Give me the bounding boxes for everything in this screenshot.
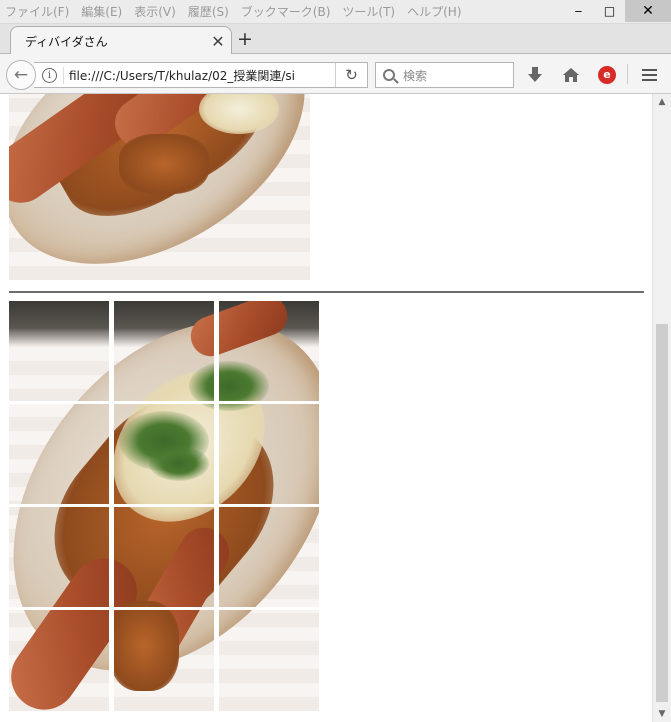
url-text[interactable]: file:///C:/Users/T/khulaz/02_授業関連/si [63,66,303,84]
close-window-button[interactable]: ✕ [625,0,671,22]
tab-active[interactable]: ディバイダさん ✕ [10,26,232,55]
vertical-scrollbar[interactable]: ▲ ▼ [652,94,671,722]
image-tile-1 [9,301,109,401]
back-button[interactable]: ← [6,60,36,90]
image-tile-6 [219,404,319,504]
home-icon[interactable] [559,63,583,87]
search-input[interactable]: 検索 [375,62,514,88]
image-tile-2 [114,301,214,401]
hotdog-photo-top [9,94,310,280]
info-icon[interactable]: i [42,67,57,83]
divided-image-grid [9,301,319,711]
image-tile-7 [9,507,109,607]
scroll-thumb[interactable] [656,324,668,702]
url-bar[interactable]: i file:///C:/Users/T/khulaz/02_授業関連/si ↻ [34,62,368,88]
menu-bar: ファイル(F) 編集(E) 表示(V) 履歴(S) ブックマーク(B) ツール(… [0,0,671,24]
menu-tools[interactable]: ツール(T) [336,0,401,24]
image-tile-10 [9,610,109,711]
new-tab-button[interactable]: + [234,27,256,51]
menu-hamburger-icon[interactable] [637,63,661,87]
minimize-button[interactable]: ‒ [563,0,594,22]
image-tile-3 [219,301,319,401]
tab-close-icon[interactable]: ✕ [205,32,231,51]
scroll-down-icon[interactable]: ▼ [653,706,671,722]
menu-edit[interactable]: 編集(E) [75,0,128,24]
reload-icon[interactable]: ↻ [335,63,367,87]
navigation-bar: i file:///C:/Users/T/khulaz/02_授業関連/si ↻… [0,54,671,94]
horizontal-rule [9,291,644,293]
toolbar-separator [627,64,628,84]
menu-file[interactable]: ファイル(F) [0,0,75,24]
menu-bookmarks[interactable]: ブックマーク(B) [235,0,337,24]
tab-strip: ディバイダさん ✕ + [0,24,671,55]
image-tile-5 [114,404,214,504]
menu-help[interactable]: ヘルプ(H) [401,0,467,24]
image-tile-9 [219,507,319,607]
tab-title: ディバイダさん [25,34,108,49]
download-icon[interactable] [523,63,547,87]
page-viewport [0,94,652,722]
window-controls: ‒ □ ✕ [563,0,671,24]
image-tile-12 [219,610,319,711]
image-tile-4 [9,404,109,504]
image-tile-8 [114,507,214,607]
search-placeholder: 検索 [403,68,428,83]
trend-micro-icon[interactable]: e [595,63,619,87]
menu-history[interactable]: 履歴(S) [182,0,235,24]
image-tile-11 [114,610,214,711]
back-arrow-icon: ← [13,65,29,85]
menu-view[interactable]: 表示(V) [128,0,182,24]
search-icon [383,69,395,81]
scroll-up-icon[interactable]: ▲ [653,94,671,110]
maximize-button[interactable]: □ [594,0,625,22]
